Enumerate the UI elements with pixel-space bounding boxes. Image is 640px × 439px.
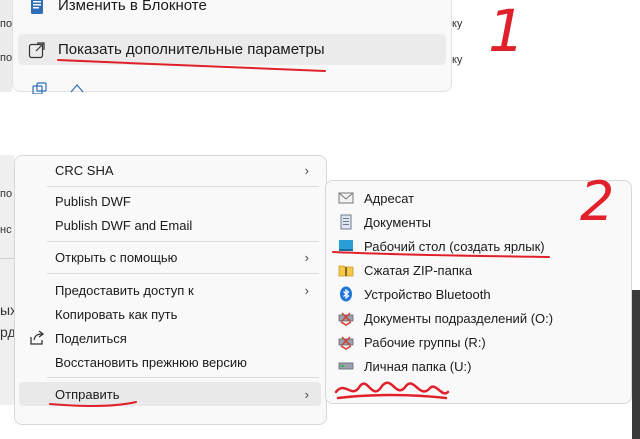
- menu-item-give-access[interactable]: Предоставить доступ к ›: [19, 278, 321, 302]
- menu-item-label: Открыть с помощью: [55, 249, 178, 265]
- menu-item-share[interactable]: Поделиться: [19, 326, 321, 350]
- background-window-edge: [632, 290, 640, 439]
- menu-item-label: Копировать как путь: [55, 306, 178, 322]
- menu-item-open-with[interactable]: Открыть с помощью ›: [19, 245, 321, 269]
- background-divider: [0, 258, 14, 259]
- bluetooth-icon: [340, 286, 352, 302]
- desktop-icon: [339, 240, 353, 251]
- chevron-right-icon: ›: [304, 162, 309, 178]
- menu-item-label: Рабочие группы (R:): [364, 334, 486, 350]
- menu-item-label: Документы: [364, 214, 432, 230]
- menu-separator: [47, 241, 319, 242]
- menu-item-zip-folder[interactable]: Сжатая ZIP-папка: [330, 258, 628, 282]
- network-drive-icon: [338, 312, 354, 326]
- background-text-fragment: по: [0, 52, 13, 64]
- menu-item-personal-drive-u[interactable]: Личная папка (U:): [330, 354, 628, 378]
- menu-item-network-drive-r[interactable]: Рабочие группы (R:): [330, 330, 628, 354]
- chevron-right-icon: ›: [304, 249, 309, 265]
- menu-item-label: Адресат: [364, 190, 415, 206]
- zip-folder-icon: [338, 265, 354, 277]
- menu-item-label: Сжатая ZIP-папка: [364, 262, 473, 278]
- share-icon: [30, 330, 45, 345]
- menu-item-label: CRC SHA: [55, 162, 114, 178]
- menu-separator: [47, 273, 319, 274]
- menu-item-label: Поделиться: [55, 330, 127, 346]
- menu-item-send-to[interactable]: Отправить ›: [19, 382, 321, 406]
- menu-item-crc-sha[interactable]: CRC SHA ›: [19, 158, 321, 182]
- annotation-number-one: 1: [488, 0, 525, 65]
- menu-item-label: Изменить в Блокноте: [58, 0, 207, 14]
- menu-item-publish-dwf[interactable]: Publish DWF: [19, 189, 321, 213]
- notepad-icon: [31, 0, 43, 14]
- menu-item-label: Восстановить прежнюю версию: [55, 354, 247, 370]
- documents-icon: [340, 214, 352, 230]
- chevron-right-icon: ›: [304, 282, 309, 298]
- menu-item-label: Publish DWF: [55, 193, 131, 209]
- menu-separator: [47, 186, 319, 187]
- background-text-fragment: нс: [0, 224, 12, 236]
- drive-icon: [338, 362, 354, 370]
- menu-item-copy-as-path[interactable]: Копировать как путь: [19, 302, 321, 326]
- menu-item-label: Личная папка (U:): [364, 358, 472, 374]
- annotation-number-two: 2: [580, 170, 615, 233]
- menu-item-label: Документы подразделений (O:): [364, 310, 554, 326]
- chevron-right-icon: ›: [304, 386, 309, 402]
- background-text-fragment: ку: [452, 54, 463, 66]
- menu-item-network-drive-o[interactable]: Документы подразделений (O:): [330, 306, 628, 330]
- background-window-edge: [0, 0, 12, 92]
- menu-item-label: Publish DWF and Email: [55, 217, 193, 233]
- external-options-icon: [28, 41, 45, 58]
- menu-item-edit-notepad[interactable]: Изменить в Блокноте: [18, 0, 446, 21]
- context-menu-modern: Изменить в Блокноте Показать дополнитель…: [12, 0, 452, 94]
- network-drive-icon: [338, 336, 354, 350]
- menu-item-restore-previous-version[interactable]: Восстановить прежнюю версию: [19, 350, 321, 374]
- menu-item-publish-dwf-email[interactable]: Publish DWF and Email: [19, 213, 321, 237]
- menu-separator: [47, 377, 319, 378]
- menu-item-bluetooth[interactable]: Устройство Bluetooth: [330, 282, 628, 306]
- menu-item-label: Рабочий стол (создать ярлык): [364, 238, 545, 254]
- background-text-fragment: по: [0, 18, 13, 30]
- menu-item-label: Устройство Bluetooth: [364, 286, 491, 302]
- background-text-fragment: ку: [452, 18, 463, 30]
- menu-item-label: Предоставить доступ к: [55, 282, 194, 298]
- menu-item-label: Показать дополнительные параметры: [58, 41, 325, 58]
- background-text-fragment: по: [0, 188, 13, 200]
- menu-item-desktop-shortcut[interactable]: Рабочий стол (создать ярлык): [330, 234, 628, 258]
- toolbar-icons-partial: [32, 82, 84, 94]
- menu-item-label: Отправить: [55, 386, 120, 402]
- mail-recipient-icon: [338, 192, 354, 204]
- context-menu-classic: CRC SHA › Publish DWF Publish DWF and Em…: [14, 155, 327, 425]
- menu-item-show-more-options[interactable]: Показать дополнительные параметры: [18, 34, 446, 65]
